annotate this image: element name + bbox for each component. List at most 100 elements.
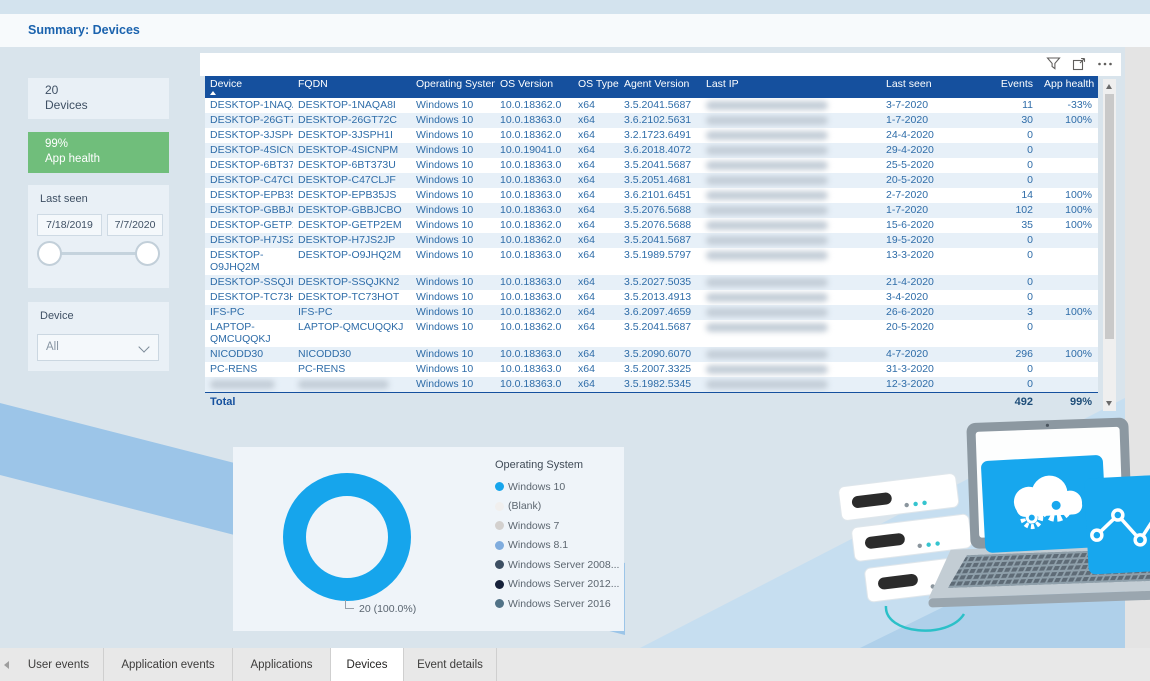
top-strip	[0, 0, 1150, 14]
table-row[interactable]: IFS-PCIFS-PCWindows 1010.0.18362.0x643.6…	[205, 305, 1098, 320]
cell-events: 11	[969, 98, 1039, 113]
cell-events: 296	[969, 347, 1039, 362]
column-header-device[interactable]: Device	[205, 76, 293, 98]
table-row[interactable]: DESKTOP-4SICNPMDESKTOP-4SICNPMWindows 10…	[205, 143, 1098, 158]
tab-application-events[interactable]: Application events	[104, 648, 233, 681]
cell-last_ip	[701, 362, 881, 377]
cell-os_version: 10.0.18363.0	[495, 347, 573, 362]
table-row[interactable]: DESKTOP-3JSPH1IDESKTOP-3JSPH1IWindows 10…	[205, 128, 1098, 143]
total-label: Total	[205, 393, 293, 408]
tab-user-events[interactable]: User events	[14, 648, 104, 681]
table-row[interactable]: DESKTOP-C47CLJFDESKTOP-C47CLJFWindows 10…	[205, 173, 1098, 188]
column-header-agent_version[interactable]: Agent Version	[619, 76, 701, 98]
legend-label: Windows Server 2016	[508, 598, 611, 610]
column-header-os_version[interactable]: OS Version	[495, 76, 573, 98]
table-row[interactable]: PC-RENSPC-RENSWindows 1010.0.18363.0x643…	[205, 362, 1098, 377]
device-dropdown[interactable]: All	[37, 334, 159, 361]
cell-os: Windows 10	[411, 113, 495, 128]
tab-devices[interactable]: Devices	[331, 648, 404, 681]
cell-app_health	[1039, 377, 1098, 392]
os-donut-visual: 20 (100.0%) Operating System Windows 10(…	[233, 447, 624, 631]
cell-app_health: 100%	[1039, 188, 1098, 203]
cell-last_seen: 12-3-2020	[881, 377, 969, 392]
redacted-value	[706, 101, 828, 110]
scrollbar-thumb[interactable]	[1105, 94, 1114, 339]
legend-swatch	[495, 580, 504, 589]
legend-item[interactable]: Windows Server 2008...	[495, 555, 619, 575]
cell-os_version: 10.0.18363.0	[495, 362, 573, 377]
legend-item[interactable]: Windows 8.1	[495, 536, 619, 556]
last-seen-start-input[interactable]: 7/18/2019	[37, 214, 102, 236]
legend-swatch	[495, 502, 504, 511]
cell-os_type: x64	[573, 377, 619, 392]
cell-fqdn: DESKTOP-4SICNPM	[293, 143, 411, 158]
last-seen-end-input[interactable]: 7/7/2020	[107, 214, 163, 236]
legend-item[interactable]: Windows 10	[495, 477, 619, 497]
donut-ring[interactable]	[283, 473, 411, 601]
table-row[interactable]: DESKTOP-6BT373UDESKTOP-6BT373UWindows 10…	[205, 158, 1098, 173]
cell-events: 0	[969, 377, 1039, 392]
cell-os: Windows 10	[411, 98, 495, 113]
column-header-fqdn[interactable]: FQDN	[293, 76, 411, 98]
cell-app_health	[1039, 320, 1098, 347]
table-row[interactable]: DESKTOP-TC73HOTDESKTOP-TC73HOTWindows 10…	[205, 290, 1098, 305]
focus-mode-icon[interactable]	[1072, 57, 1086, 71]
cell-events: 30	[969, 113, 1039, 128]
table-row[interactable]: NICODD30NICODD30Windows 1010.0.18363.0x6…	[205, 347, 1098, 362]
legend-item[interactable]: Windows Server 2012...	[495, 575, 619, 595]
scroll-down-icon[interactable]	[1106, 401, 1112, 406]
cell-agent_version: 3.5.2076.5688	[619, 203, 701, 218]
legend-item[interactable]: Windows Server 2016	[495, 594, 619, 614]
cell-events: 0	[969, 248, 1039, 275]
more-options-icon[interactable]	[1097, 57, 1113, 71]
donut-label-connector	[345, 600, 354, 609]
cell-last_seen: 15-6-2020	[881, 218, 969, 233]
cell-fqdn: DESKTOP-SSQJKN2	[293, 275, 411, 290]
cell-app_health	[1039, 275, 1098, 290]
table-row[interactable]: DESKTOP-GETP2EMDESKTOP-GETP2EMWindows 10…	[205, 218, 1098, 233]
legend-swatch	[495, 521, 504, 530]
table-row[interactable]: DESKTOP-H7JS2JPDESKTOP-H7JS2JPWindows 10…	[205, 233, 1098, 248]
cell-os: Windows 10	[411, 290, 495, 305]
cell-os: Windows 10	[411, 305, 495, 320]
table-row[interactable]: DESKTOP-EPB35JSDESKTOP-EPB35JSWindows 10…	[205, 188, 1098, 203]
cell-last_ip	[701, 248, 881, 275]
tab-applications[interactable]: Applications	[233, 648, 331, 681]
cell-events: 0	[969, 320, 1039, 347]
column-header-events[interactable]: Events	[969, 76, 1039, 98]
cell-last_seen: 29-4-2020	[881, 143, 969, 158]
legend-item[interactable]: (Blank)	[495, 497, 619, 517]
column-header-last_ip[interactable]: Last IP	[701, 76, 881, 98]
table-row[interactable]: LAPTOP-QMCUQQKJLAPTOP-QMCUQQKJWindows 10…	[205, 320, 1098, 347]
tab-event-details[interactable]: Event details	[404, 648, 497, 681]
scroll-up-icon[interactable]	[1106, 84, 1112, 89]
cell-device: IFS-PC	[205, 305, 293, 320]
tab-nav-left[interactable]	[0, 648, 14, 681]
table-row[interactable]: DESKTOP-SSQJKN2DESKTOP-SSQJKN2Windows 10…	[205, 275, 1098, 290]
legend-swatch	[495, 482, 504, 491]
cell-events: 35	[969, 218, 1039, 233]
legend-item[interactable]: Windows 7	[495, 516, 619, 536]
legend-label: Windows Server 2008...	[508, 559, 619, 571]
table-row[interactable]: DESKTOP-O9JHQ2MDESKTOP-O9JHQ2MWindows 10…	[205, 248, 1098, 275]
cell-events: 0	[969, 290, 1039, 305]
table-row[interactable]: DESKTOP-26GT72CDESKTOP-26GT72CWindows 10…	[205, 113, 1098, 128]
table-row[interactable]: DESKTOP-GBBJCBODESKTOP-GBBJCBOWindows 10…	[205, 203, 1098, 218]
page-tab-bar: User eventsApplication eventsApplication…	[0, 648, 1150, 681]
date-range-handle-start[interactable]	[37, 241, 62, 266]
cell-events: 0	[969, 143, 1039, 158]
cell-agent_version: 3.5.1982.5345	[619, 377, 701, 392]
filter-icon[interactable]	[1046, 56, 1061, 71]
date-range-handle-end[interactable]	[135, 241, 160, 266]
cell-last_ip	[701, 320, 881, 347]
column-header-app_health[interactable]: App health	[1039, 76, 1098, 98]
redacted-value	[210, 380, 275, 389]
table-row[interactable]: DESKTOP-1NAQA8IDESKTOP-1NAQA8IWindows 10…	[205, 98, 1098, 113]
column-header-os_type[interactable]: OS Type	[573, 76, 619, 98]
redacted-value	[706, 323, 828, 332]
column-header-last_seen[interactable]: Last seen	[881, 76, 969, 98]
table-row[interactable]: Windows 1010.0.18363.0x643.5.1982.534512…	[205, 377, 1098, 392]
column-header-os[interactable]: Operating System	[411, 76, 495, 98]
table-scrollbar[interactable]	[1103, 79, 1116, 411]
legend-swatch	[495, 599, 504, 608]
